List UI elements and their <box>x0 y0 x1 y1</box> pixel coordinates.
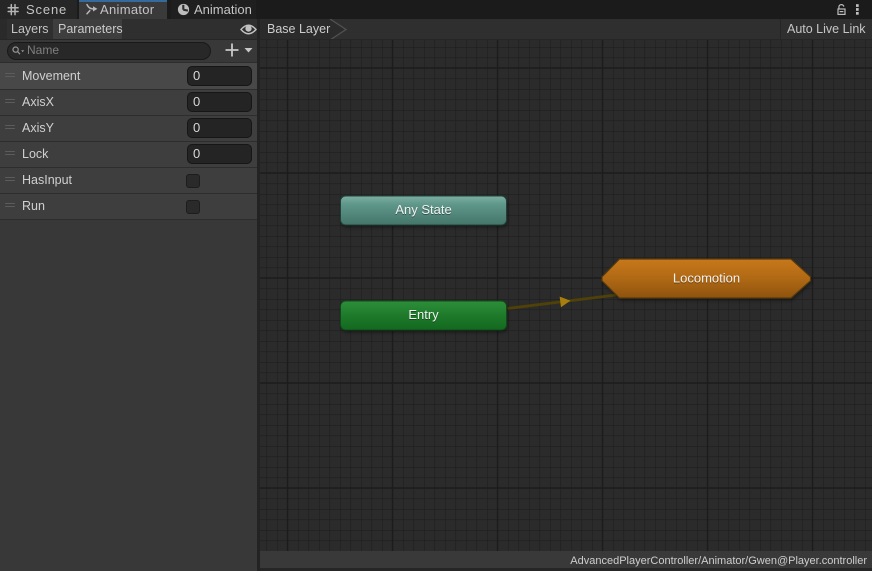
svg-text:Locomotion: Locomotion <box>673 271 740 286</box>
svg-text:Entry: Entry <box>408 307 439 322</box>
svg-text:Any State: Any State <box>395 202 451 217</box>
